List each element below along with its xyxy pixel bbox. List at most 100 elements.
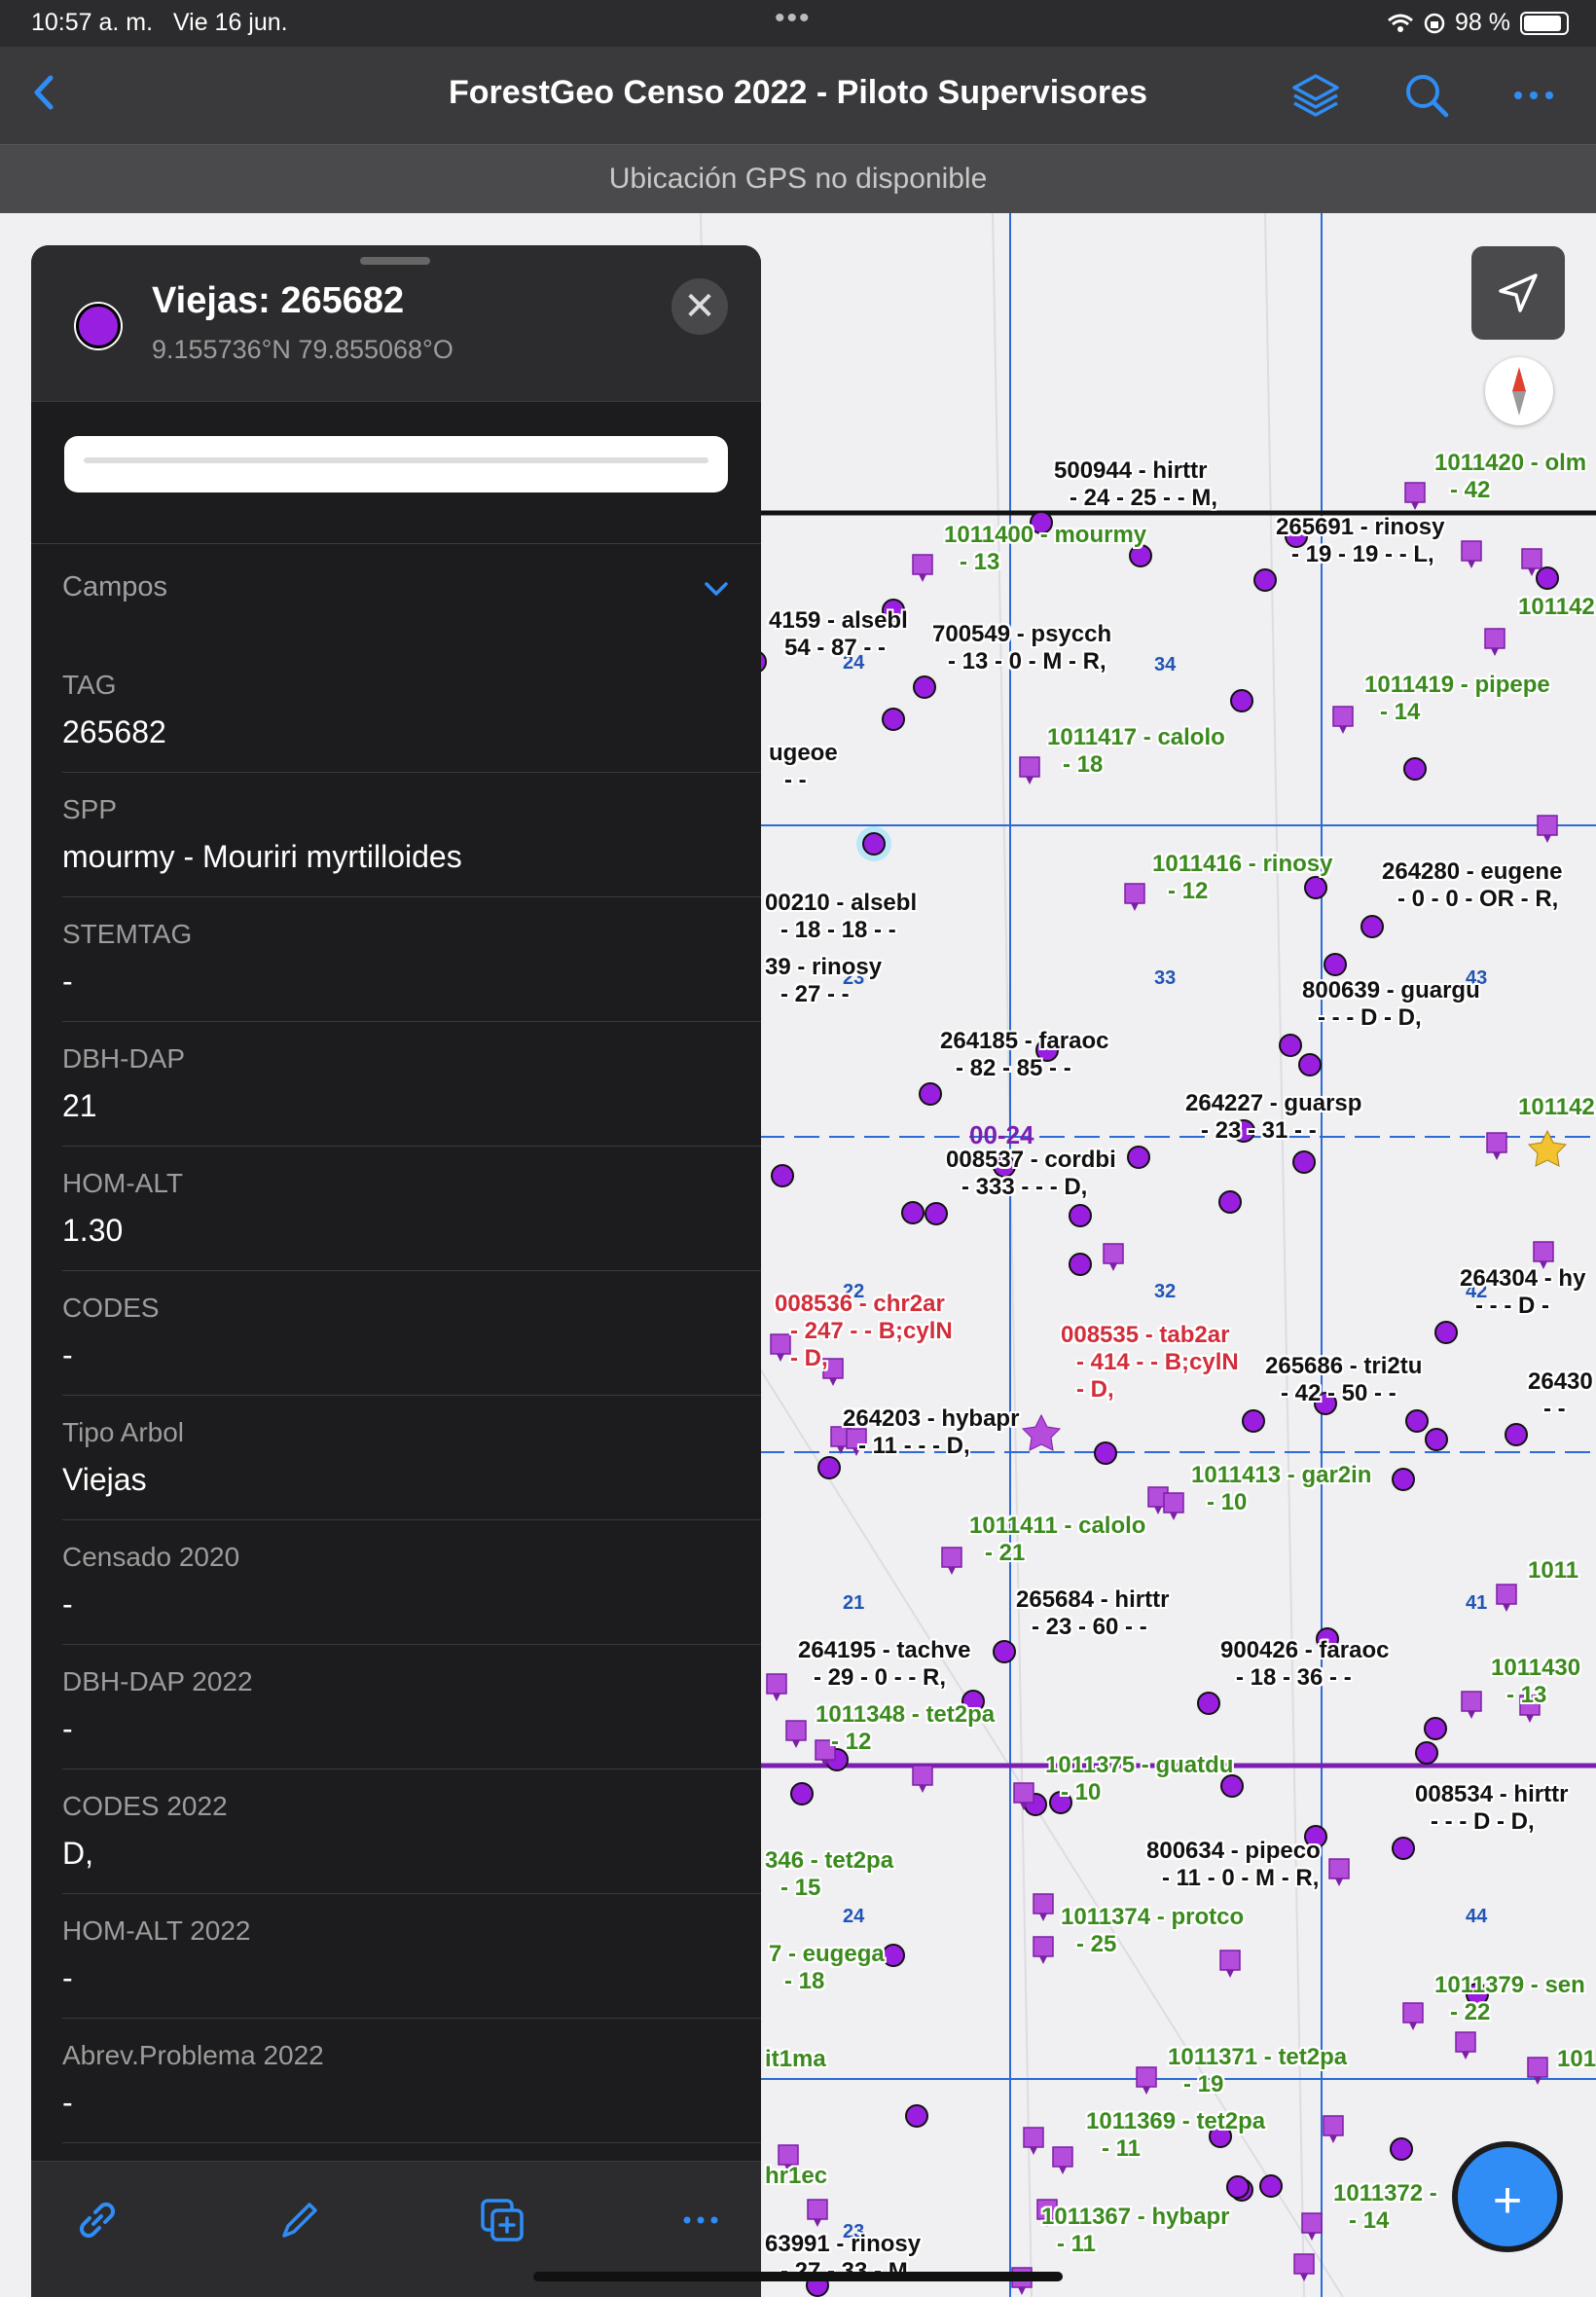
observation-marker[interactable] [1013,1782,1034,1804]
duplicate-icon[interactable] [475,2193,529,2247]
tree-point[interactable] [1094,1441,1117,1465]
tree-point[interactable] [1226,2175,1250,2199]
observation-marker[interactable] [1496,1584,1517,1605]
tree-point[interactable] [1405,1409,1429,1433]
tree-point[interactable] [1324,953,1347,976]
observation-marker-tip[interactable] [1528,568,1536,576]
observation-marker[interactable] [1404,482,1426,503]
observation-marker-tip[interactable] [1409,2023,1417,2030]
observation-marker[interactable] [1033,1893,1054,1914]
observation-marker[interactable] [1332,706,1354,727]
tree-point[interactable] [1069,1253,1092,1276]
tree-point[interactable] [1253,568,1277,592]
observation-marker[interactable] [1486,1132,1507,1153]
close-icon[interactable]: ✕ [671,278,728,335]
observation-marker-tip[interactable] [1308,2233,1316,2241]
observation-marker[interactable] [1455,2031,1476,2053]
observation-marker[interactable] [1484,628,1505,649]
observation-marker-tip[interactable] [773,1694,780,1701]
compass-icon[interactable] [1485,357,1553,425]
observation-marker[interactable] [785,1720,807,1741]
star-marker[interactable] [1021,1413,1062,1451]
multitasking-dots-icon[interactable]: ••• [775,2,812,35]
observation-marker[interactable] [1163,1492,1184,1513]
chevron-down-icon[interactable] [697,569,736,608]
observation-marker-tip[interactable] [1030,2147,1037,2155]
observation-marker-tip[interactable] [919,574,926,582]
observation-marker-tip[interactable] [1491,648,1499,656]
tree-point[interactable] [1292,1150,1316,1174]
tree-point[interactable] [1434,1321,1458,1344]
observation-marker[interactable] [1328,1858,1350,1879]
tree-point[interactable] [1279,1034,1302,1057]
observation-marker[interactable] [912,1765,933,1786]
observation-marker-tip[interactable] [1300,2274,1308,2281]
observation-marker-tip[interactable] [948,1567,956,1575]
observation-marker[interactable] [1537,815,1558,836]
observation-marker[interactable] [807,2199,828,2220]
panel-drag-handle[interactable] [360,257,430,265]
observation-marker-tip[interactable] [1534,2077,1542,2085]
observation-marker[interactable] [1293,2253,1315,2275]
tree-point[interactable] [1127,1146,1150,1169]
observation-marker-tip[interactable] [1468,561,1475,568]
attachments-bar[interactable] [64,436,728,492]
observation-marker-tip[interactable] [1039,1956,1047,1964]
layers-icon[interactable] [1288,68,1343,123]
tree-point[interactable] [905,2104,928,2128]
observation-marker-tip[interactable] [1462,2052,1469,2060]
tree-point[interactable] [1403,757,1427,781]
search-icon[interactable] [1399,68,1454,123]
tree-point[interactable] [882,708,905,731]
pencil-icon[interactable] [272,2193,327,2247]
observation-marker-tip[interactable] [792,1740,800,1748]
observation-marker[interactable] [1461,1691,1482,1712]
tree-point[interactable] [817,1456,841,1479]
add-feature-button[interactable]: + [1452,2141,1563,2252]
tree-point[interactable] [1392,1837,1415,1860]
tree-point[interactable] [919,1082,942,1106]
observation-marker[interactable] [1323,2115,1344,2136]
tree-point[interactable] [1360,915,1384,938]
ellipsis-icon[interactable] [1506,68,1561,123]
observation-marker-tip[interactable] [1329,2135,1337,2143]
observation-marker-tip[interactable] [1143,2087,1150,2095]
observation-marker[interactable] [1019,756,1040,778]
observation-marker-tip[interactable] [1493,1152,1501,1160]
tree-point[interactable] [1390,2137,1413,2161]
tree-point[interactable] [1242,1409,1265,1433]
tree-point[interactable] [1230,689,1253,712]
observation-marker-tip[interactable] [1059,2167,1067,2174]
observation-marker[interactable] [1033,1936,1054,1957]
observation-marker[interactable] [778,2144,799,2166]
tree-point[interactable] [1424,1717,1447,1740]
tree-point[interactable] [1415,1741,1438,1765]
observation-marker[interactable] [1023,2127,1044,2148]
observation-marker-tip[interactable] [1411,502,1419,510]
observation-marker-tip[interactable] [829,1378,837,1386]
observation-marker-tip[interactable] [1468,1711,1475,1719]
observation-marker[interactable] [1052,2146,1073,2168]
tree-point[interactable] [1392,1468,1415,1491]
observation-marker[interactable] [941,1547,962,1568]
tree-point[interactable] [771,1164,794,1187]
tree-point[interactable] [790,1782,814,1805]
tree-point[interactable] [925,1202,948,1225]
locate-button[interactable] [1471,246,1565,340]
observation-marker-tip[interactable] [1503,1604,1510,1612]
observation-marker-tip[interactable] [1131,903,1139,911]
tree-point[interactable] [1425,1428,1448,1451]
link-icon[interactable] [70,2193,125,2247]
observation-marker[interactable] [1527,2057,1548,2078]
observation-marker[interactable] [1461,540,1482,562]
observation-marker[interactable] [1136,2066,1157,2088]
tree-point[interactable] [1505,1423,1528,1446]
tree-point[interactable] [993,1640,1016,1663]
tree-point[interactable] [1218,1190,1242,1214]
observation-marker-tip[interactable] [1026,777,1034,784]
observation-marker[interactable] [1521,548,1542,569]
tree-point[interactable] [882,1944,905,1967]
observation-marker-tip[interactable] [1526,1715,1534,1723]
observation-marker-tip[interactable] [1154,1507,1162,1514]
observation-marker-tip[interactable] [1335,1878,1343,1886]
